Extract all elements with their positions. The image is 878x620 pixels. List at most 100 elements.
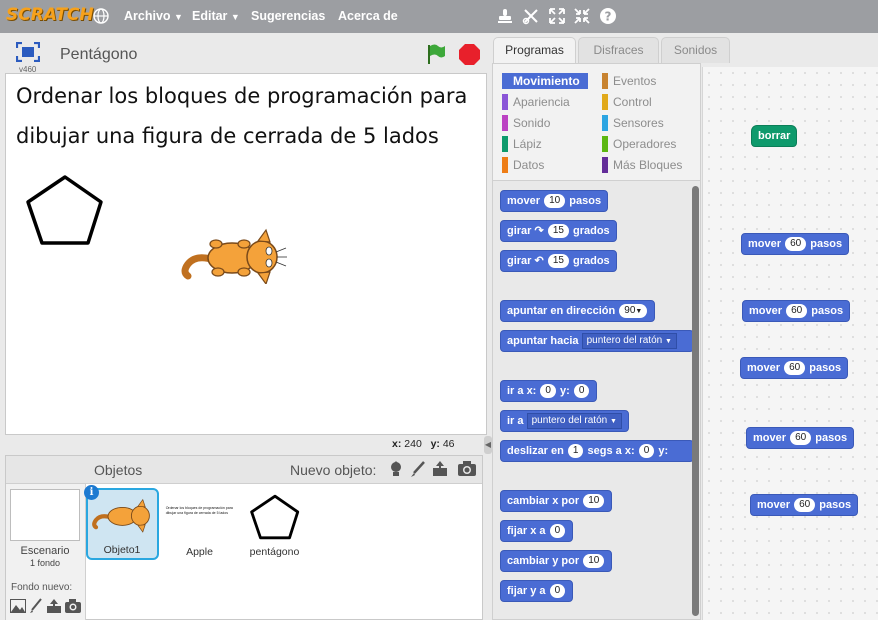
new-object-label: Nuevo objeto: bbox=[290, 462, 377, 478]
block-turn-left[interactable]: girar ↶ 15 grados bbox=[500, 250, 617, 272]
category-swatch bbox=[602, 136, 608, 152]
menu-sugerencias[interactable]: Sugerencias bbox=[251, 9, 325, 23]
cut-icon[interactable] bbox=[522, 7, 540, 25]
category-movimiento[interactable]: Movimiento bbox=[502, 73, 588, 89]
menu-acerca-de[interactable]: Acerca de bbox=[338, 9, 398, 23]
tab-programas[interactable]: Programas bbox=[493, 37, 576, 63]
sprites-panel: Objetos Nuevo objeto: Escenario 1 fondo … bbox=[5, 455, 483, 620]
presentation-mode-icon[interactable] bbox=[16, 42, 40, 62]
category-swatch bbox=[502, 73, 508, 89]
block-point-in-direction[interactable]: apuntar en dirección 90▼ bbox=[500, 300, 656, 322]
category-lapiz[interactable]: Lápiz bbox=[502, 136, 542, 152]
menu-editar[interactable]: Editar ▼ bbox=[192, 9, 240, 23]
stage-column: Escenario 1 fondo Fondo nuevo: bbox=[6, 484, 86, 620]
sprite-tile-objeto1[interactable]: i Objeto1 bbox=[84, 485, 159, 560]
menu-bar: SCRATCH Archivo ▼ Editar ▼ Sugerencias A… bbox=[0, 0, 878, 33]
upload-icon[interactable] bbox=[431, 460, 449, 478]
scratch-logo[interactable]: SCRATCH bbox=[6, 5, 94, 25]
caret-down-icon: ▼ bbox=[230, 12, 240, 22]
stage-backdrop-count: 1 fondo bbox=[29, 558, 61, 568]
rotate-clockwise-icon: ↷ bbox=[534, 225, 544, 237]
tab-sonidos[interactable]: Sonidos bbox=[661, 37, 730, 63]
stage-header: v460 Pentágono bbox=[5, 37, 487, 74]
sprite-tile-apple[interactable]: Ordenar los bloques de programación para… bbox=[163, 488, 236, 560]
category-control[interactable]: Control bbox=[602, 94, 652, 110]
category-eventos[interactable]: Eventos bbox=[602, 73, 656, 89]
instruction-line-1: Ordenar los bloques de programación para bbox=[16, 84, 468, 108]
script-block-clear[interactable]: borrar bbox=[751, 125, 798, 147]
block-go-to-xy[interactable]: ir a x: 0 y: 0 bbox=[500, 380, 598, 402]
mouse-coordinates: x: 240 y: 46 bbox=[392, 438, 455, 450]
tab-disfraces[interactable]: Disfraces bbox=[578, 37, 659, 63]
category-operadores[interactable]: Operadores bbox=[602, 136, 676, 152]
camera-icon[interactable] bbox=[457, 460, 477, 478]
svg-text:?: ? bbox=[605, 10, 612, 24]
caret-down-icon: ▼ bbox=[665, 338, 672, 346]
script-block-move[interactable]: mover 60 pasos bbox=[746, 427, 855, 449]
block-move-steps[interactable]: mover 10 pasos bbox=[500, 190, 609, 212]
globe-icon[interactable] bbox=[93, 8, 109, 24]
green-flag-icon[interactable] bbox=[425, 43, 447, 65]
pentagon-thumbnail bbox=[250, 494, 300, 540]
new-backdrop-label: Fondo nuevo: bbox=[11, 582, 73, 593]
project-title[interactable]: Pentágono bbox=[60, 46, 137, 64]
info-icon[interactable]: i bbox=[84, 485, 99, 500]
stop-sign-icon[interactable] bbox=[458, 43, 481, 66]
scratch-editor: SCRATCH Archivo ▼ Editar ▼ Sugerencias A… bbox=[0, 0, 878, 620]
script-block-move[interactable]: mover 60 pasos bbox=[750, 494, 859, 516]
palette-scrollbar[interactable] bbox=[692, 186, 699, 616]
category-datos[interactable]: Datos bbox=[502, 157, 544, 173]
block-set-x[interactable]: fijar x a 0 bbox=[500, 520, 574, 542]
collapse-stage-handle[interactable]: ◀ bbox=[484, 436, 492, 454]
pentagon-sprite[interactable] bbox=[24, 172, 106, 248]
caret-down-icon: ▼ bbox=[609, 418, 617, 426]
category-apariencia[interactable]: Apariencia bbox=[502, 94, 570, 110]
sprite-name: Objeto1 bbox=[103, 544, 141, 556]
block-go-to[interactable]: ir a puntero del ratón ▼ bbox=[500, 410, 629, 432]
category-swatch bbox=[602, 73, 608, 89]
camera-backdrop-icon[interactable] bbox=[64, 598, 82, 614]
category-swatch bbox=[502, 94, 508, 110]
category-mas-bloques[interactable]: Más Bloques bbox=[602, 157, 682, 173]
paint-brush-icon[interactable] bbox=[409, 460, 427, 478]
grow-icon[interactable] bbox=[548, 7, 566, 25]
block-set-y[interactable]: fijar y a 0 bbox=[500, 580, 574, 602]
script-block-move[interactable]: mover 60 pasos bbox=[740, 357, 849, 379]
script-block-move[interactable]: mover 60 pasos bbox=[741, 233, 850, 255]
sprites-header: Objetos Nuevo objeto: bbox=[6, 456, 482, 484]
scripts-area[interactable]: borrar mover 60 pasos mover 60 pasos mov… bbox=[702, 67, 878, 620]
block-change-y[interactable]: cambiar y por 10 bbox=[500, 550, 613, 572]
apple-thumbnail-text: Ordenar los bloques de programación para… bbox=[165, 506, 233, 515]
block-glide[interactable]: deslizar en 1 segs a x: 0 y: bbox=[500, 440, 694, 462]
cat-thumbnail bbox=[92, 498, 150, 533]
block-palette: Movimiento Eventos Apariencia Control So… bbox=[492, 63, 701, 620]
category-sonido[interactable]: Sonido bbox=[502, 115, 550, 131]
category-swatch bbox=[502, 115, 508, 131]
block-change-x[interactable]: cambiar x por 10 bbox=[500, 490, 613, 512]
script-block-move[interactable]: mover 60 pasos bbox=[742, 300, 851, 322]
block-turn-right[interactable]: girar ↷ 15 grados bbox=[500, 220, 617, 242]
cat-sprite[interactable] bbox=[178, 224, 288, 284]
stage-label: Escenario bbox=[20, 545, 70, 557]
upload-backdrop-icon[interactable] bbox=[46, 598, 62, 614]
caret-down-icon: ▼ bbox=[174, 12, 183, 22]
shrink-icon[interactable] bbox=[573, 7, 591, 25]
choose-sprite-icon[interactable] bbox=[387, 460, 405, 478]
caret-down-icon: ▼ bbox=[635, 308, 643, 316]
stage-canvas[interactable]: Ordenar los bloques de programación para… bbox=[5, 73, 487, 435]
category-swatch bbox=[502, 157, 508, 173]
category-swatch bbox=[602, 94, 608, 110]
category-sensores[interactable]: Sensores bbox=[602, 115, 664, 131]
sprite-name: pentágono bbox=[249, 546, 300, 558]
block-point-towards[interactable]: apuntar hacia puntero del ratón ▼ bbox=[500, 330, 694, 352]
category-swatch bbox=[602, 157, 608, 173]
stage-thumbnail[interactable] bbox=[10, 489, 80, 541]
stamp-icon[interactable] bbox=[496, 7, 514, 25]
rotate-counterclockwise-icon: ↶ bbox=[534, 255, 544, 267]
sprite-tile-pentagono[interactable]: pentágono bbox=[238, 488, 311, 560]
menu-archivo[interactable]: Archivo ▼ bbox=[124, 9, 183, 23]
help-icon[interactable]: ? bbox=[599, 7, 617, 25]
paint-backdrop-icon[interactable] bbox=[29, 598, 43, 614]
backdrop-library-icon[interactable] bbox=[10, 599, 26, 613]
objects-label: Objetos bbox=[94, 462, 143, 478]
